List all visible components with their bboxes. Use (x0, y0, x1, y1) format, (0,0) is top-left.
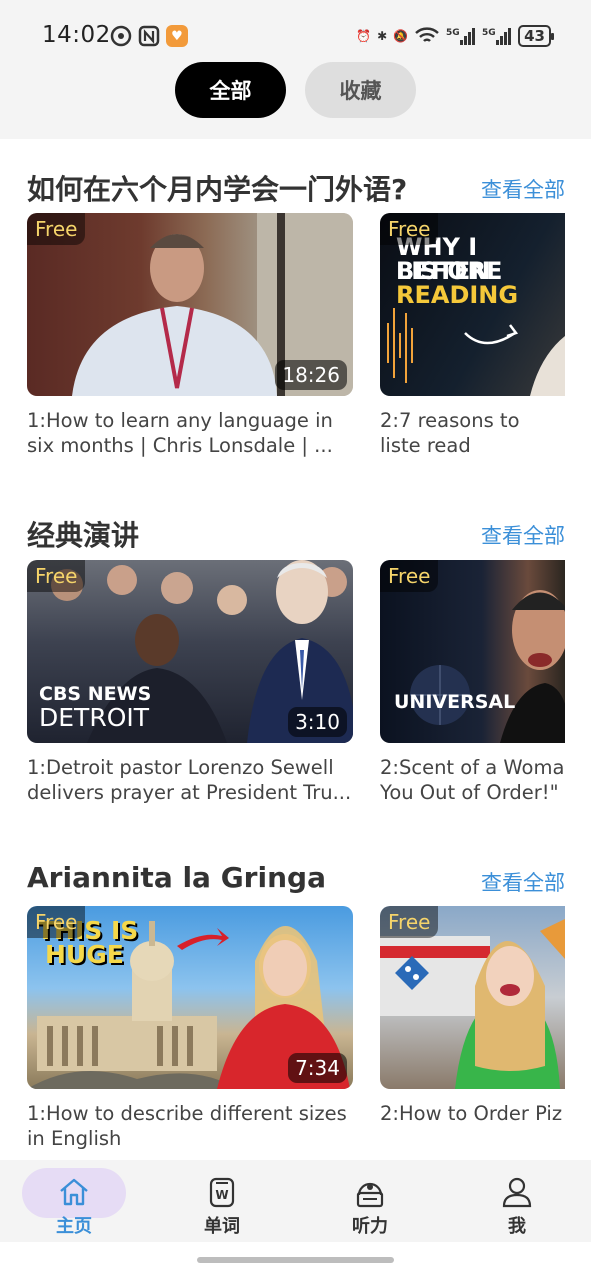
battery-indicator: 43 (518, 25, 554, 47)
status-bar: 14:02 ♥ ⏰ ✱ 🔕 5G 5G 43 (0, 0, 591, 62)
heart-app-icon: ♥ (166, 25, 188, 47)
signal-5g-icon: 5G (446, 28, 476, 45)
tab-home[interactable]: 主页 (22, 1160, 126, 1242)
free-badge: Free (27, 906, 86, 938)
video-title[interactable]: 1:How to learn any language in six month… (27, 408, 357, 460)
tab-favorites[interactable]: 收藏 (305, 62, 416, 118)
mute-icon: 🔕 (393, 29, 409, 43)
duration-badge: 7:34 (288, 1053, 347, 1083)
bottom-tab-bar: 主页 W 单词 听力 我 (0, 1160, 591, 1242)
video-thumbnail[interactable]: THIS IS HUGE Free 7:34 (27, 906, 353, 1089)
home-indicator[interactable] (197, 1257, 394, 1263)
cbs-logo-text: CBS NEWS (39, 683, 152, 705)
video-title[interactable]: 2:7 reasons to liste read (380, 408, 565, 460)
listening-icon (353, 1174, 387, 1210)
video-card[interactable]: UNIVERSAL Free 2:Scent of a Woma You Out… (380, 560, 565, 807)
video-card[interactable]: Free 18:26 1:How to learn any language i… (27, 213, 353, 460)
tab-words[interactable]: W 单词 (170, 1160, 274, 1242)
tab-label: 听力 (352, 1216, 388, 1237)
tab-profile[interactable]: 我 (465, 1160, 569, 1242)
video-card[interactable]: THIS IS HUGE Free 7:34 1:How to describe… (27, 906, 353, 1153)
word-book-icon: W (205, 1174, 239, 1210)
notification-app-icon (110, 25, 132, 47)
video-card[interactable]: WHY I LISTEN BEFORE READING Free 2:7 rea… (380, 213, 565, 460)
tab-listening[interactable]: 听力 (318, 1160, 422, 1242)
tab-all[interactable]: 全部 (175, 62, 286, 118)
video-title[interactable]: 2:How to Order Piz (380, 1101, 565, 1153)
duration-badge: 3:10 (288, 707, 347, 737)
wifi-icon (415, 27, 439, 42)
tab-label: 我 (508, 1216, 526, 1237)
svg-text:W: W (215, 1188, 228, 1202)
tab-label: 主页 (56, 1216, 92, 1237)
profile-icon (500, 1174, 534, 1210)
thumbnail-text: READING (396, 281, 519, 309)
video-thumbnail[interactable]: UNIVERSAL Free (380, 560, 565, 743)
thumbnail-text: BEFORE (396, 257, 503, 285)
section-title: 经典演讲 (27, 519, 140, 552)
cbs-logo-text: DETROIT (39, 703, 150, 732)
video-title[interactable]: 2:Scent of a Woma You Out of Order!" (380, 755, 565, 807)
studio-logo-text: UNIVERSAL (394, 691, 516, 713)
free-badge: Free (27, 213, 86, 245)
home-icon (57, 1174, 91, 1210)
video-card[interactable]: CBS NEWS DETROIT Free 3:10 1:Detroit pas… (27, 560, 353, 807)
video-thumbnail[interactable]: WHY I LISTEN BEFORE READING Free (380, 213, 565, 396)
bluetooth-icon: ✱ (377, 29, 388, 43)
free-badge: Free (380, 560, 439, 592)
tab-label: 单词 (204, 1216, 240, 1237)
video-card[interactable]: Free 2:How to Order Piz (380, 906, 565, 1153)
svg-text:5G: 5G (446, 28, 460, 38)
video-thumbnail[interactable]: Free (380, 906, 565, 1089)
video-thumbnail[interactable]: CBS NEWS DETROIT Free 3:10 (27, 560, 353, 743)
free-badge: Free (380, 906, 439, 938)
video-title[interactable]: 1:How to describe different sizes in Eng… (27, 1101, 357, 1153)
duration-badge: 18:26 (275, 360, 347, 390)
svg-text:5G: 5G (482, 28, 496, 38)
thumbnail-text: HUGE (45, 940, 124, 969)
nfc-icon (138, 25, 160, 47)
alarm-icon: ⏰ (356, 29, 372, 43)
top-bar: 全部 收藏 (0, 62, 591, 139)
see-all-link[interactable]: 查看全部 (481, 174, 565, 204)
signal-5g-icon-2: 5G (482, 28, 512, 45)
see-all-link[interactable]: 查看全部 (481, 520, 565, 550)
section-title: Ariannita la Gringa (27, 861, 326, 894)
free-badge: Free (380, 213, 439, 245)
see-all-link[interactable]: 查看全部 (481, 867, 565, 897)
status-time: 14:02 (42, 22, 111, 48)
free-badge: Free (27, 560, 86, 592)
section-title: 如何在六个月内学会一门外语? (27, 173, 408, 206)
video-title[interactable]: 1:Detroit pastor Lorenzo Sewell delivers… (27, 755, 357, 807)
video-thumbnail[interactable]: Free 18:26 (27, 213, 353, 396)
